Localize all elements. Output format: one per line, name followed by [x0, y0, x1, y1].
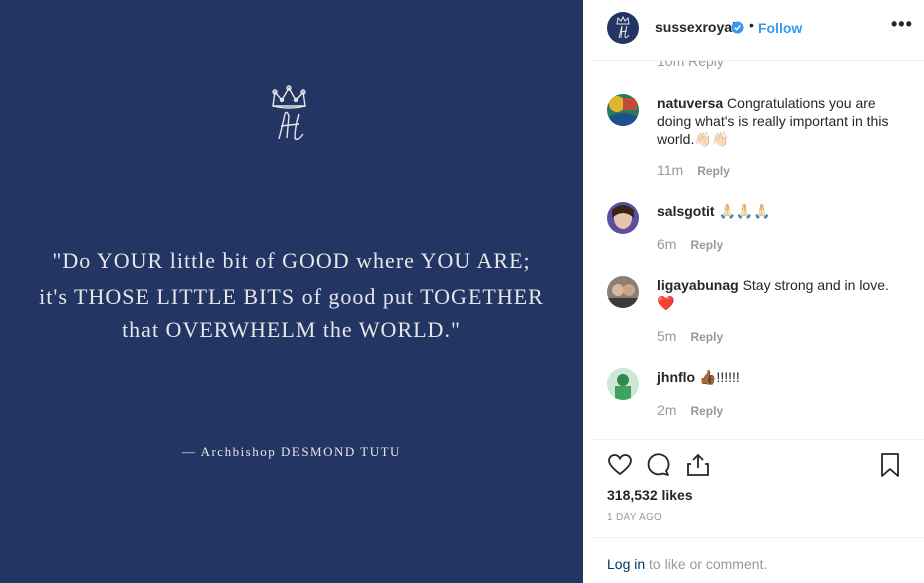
post-image[interactable]: "Do YOUR little bit of GOOD where YOU AR… [0, 0, 583, 583]
comment-time: 2m [657, 402, 677, 418]
side-panel: sussexroyal • Follow ••• 10m Reply natuv… [591, 0, 924, 583]
comment-username[interactable]: natuversa [657, 95, 723, 111]
post-timestamp: 1 DAY AGO [607, 512, 663, 523]
action-bar [607, 452, 912, 480]
reply-button[interactable]: Reply [690, 238, 723, 252]
crown-monogram-icon [616, 15, 630, 39]
reply-button[interactable]: Reply [697, 164, 730, 178]
follow-button[interactable]: Follow [758, 20, 802, 36]
comment-time: 11m [657, 162, 684, 178]
avatar[interactable] [607, 12, 639, 44]
avatar[interactable] [607, 276, 639, 308]
partial-comment-meta: 10m Reply [657, 61, 724, 69]
reply-button[interactable]: Reply [690, 404, 723, 418]
quote-line-3: that OVERWHELM the WORLD." [122, 317, 461, 342]
username-link[interactable]: sussexroyal [655, 19, 736, 35]
divider [591, 439, 924, 440]
comment-text: 🙏🏻🙏🏻🙏🏻 [718, 203, 771, 219]
comment-time: 6m [657, 236, 677, 252]
comment-icon[interactable] [645, 452, 671, 478]
avatar[interactable] [607, 368, 639, 400]
avatar[interactable] [607, 94, 639, 126]
share-icon[interactable] [685, 452, 711, 478]
comments-list[interactable]: 10m Reply natuversa Congratulations you … [591, 61, 924, 439]
comment-username[interactable]: jhnflo [657, 369, 695, 385]
separator-dot: • [749, 17, 754, 33]
quote-line-2: it's THOSE LITTLE BITS of good put TOGET… [39, 284, 544, 309]
comment-username[interactable]: ligayabunag [657, 277, 739, 293]
divider [591, 537, 924, 538]
comment-text: 👍🏾!!!!!! [699, 369, 740, 385]
reply-button[interactable]: Reply [690, 330, 723, 344]
verified-icon [731, 21, 744, 34]
comment-time: 5m [657, 328, 677, 344]
post-header: sussexroyal • Follow ••• [591, 0, 924, 61]
comment-username[interactable]: salsgotit [657, 203, 715, 219]
quote-attribution: — Archbishop DESMOND TUTU [182, 444, 401, 459]
login-prompt-text: to like or comment. [645, 556, 768, 572]
quote-line-1: "Do YOUR little bit of GOOD where YOU AR… [52, 248, 531, 273]
panel-divider [583, 0, 591, 583]
more-options-button[interactable]: ••• [891, 14, 913, 35]
bookmark-icon[interactable] [877, 452, 903, 478]
like-count[interactable]: 318,532 likes [607, 487, 693, 503]
crown-monogram-icon [272, 85, 306, 141]
login-prompt: Log in to like or comment. [607, 556, 767, 572]
avatar[interactable] [607, 202, 639, 234]
login-link[interactable]: Log in [607, 556, 645, 572]
heart-icon[interactable] [607, 452, 633, 478]
